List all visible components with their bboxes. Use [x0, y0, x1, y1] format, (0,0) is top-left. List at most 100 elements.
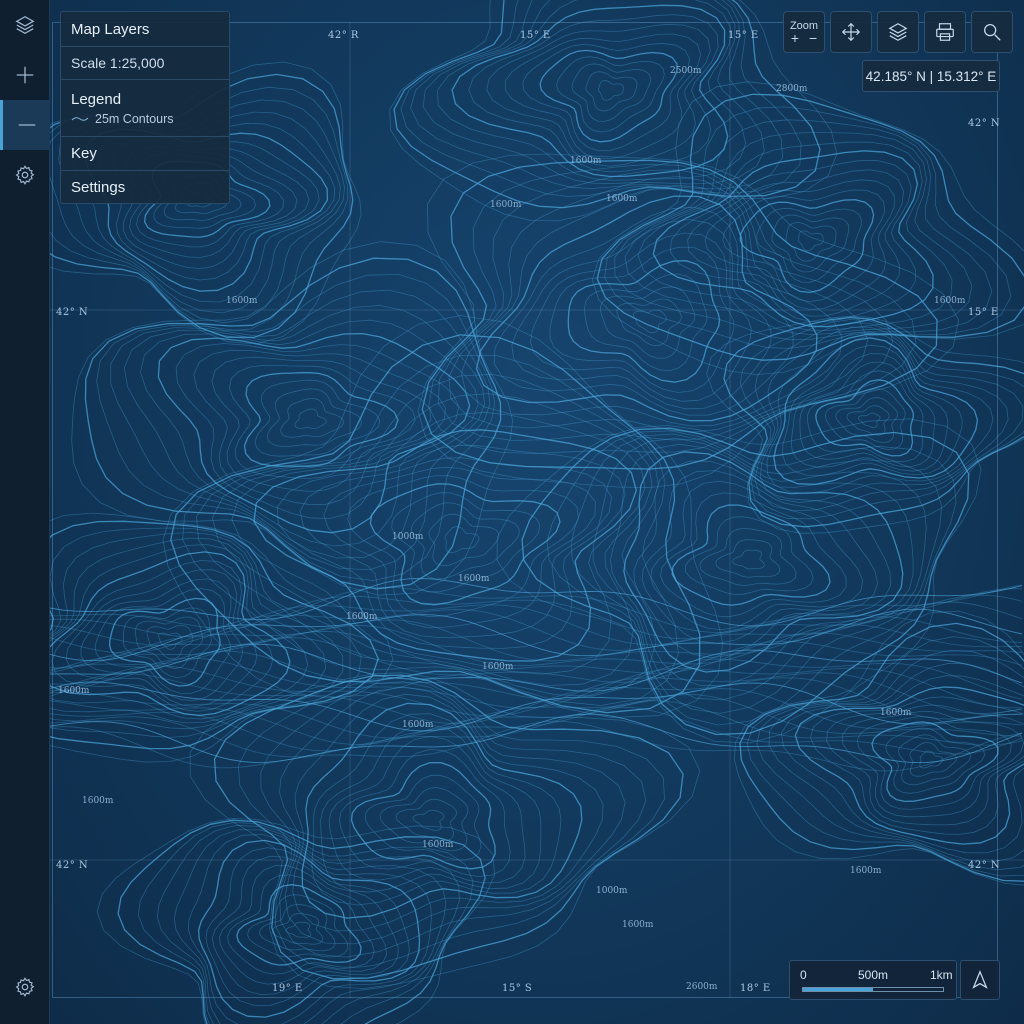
zoom-plus-button[interactable]: + — [791, 31, 799, 45]
contour-line — [299, 457, 613, 639]
graticule-label: 42° N — [968, 860, 1001, 871]
legend-item: 25m Contours — [71, 112, 219, 126]
contour-line — [84, 257, 502, 590]
graticule-label: 15° E — [728, 30, 759, 41]
contour-line — [162, 315, 724, 718]
scale-row[interactable]: Scale 1:25,000 — [61, 47, 229, 80]
contour-line — [475, 195, 818, 422]
contour-line — [504, 33, 702, 160]
contour-line — [157, 332, 471, 534]
contour-line — [338, 748, 511, 877]
contour-line — [571, 63, 652, 122]
elevation-label: 1600m — [346, 612, 378, 622]
contour-line — [213, 674, 684, 980]
contour-line — [395, 798, 458, 842]
pan-button[interactable] — [830, 11, 872, 53]
contour-line — [285, 921, 312, 938]
printer-icon — [936, 23, 954, 41]
key-label: Key — [71, 145, 97, 162]
contour-line — [243, 372, 399, 467]
graticule-label: 19° E — [272, 983, 303, 994]
layers-icon — [888, 23, 908, 41]
layers-icon — [15, 16, 35, 34]
north-arrow-button[interactable] — [960, 960, 1000, 1000]
legend-item-label: 25m Contours — [95, 111, 174, 126]
elevation-label: 1600m — [880, 708, 912, 718]
elevation-label: 2500m — [670, 66, 702, 76]
search-button[interactable] — [971, 11, 1013, 53]
panel-header: Map Layers — [61, 12, 229, 47]
contour-line — [301, 702, 583, 919]
elevation-label: 1600m — [850, 866, 882, 876]
graticule-label: 15° E — [968, 307, 999, 318]
contour-line — [50, 643, 1023, 692]
plus-icon — [16, 66, 34, 84]
layers-toggle-button[interactable] — [877, 11, 919, 53]
contour-line — [50, 688, 1023, 739]
elevation-label: 1600m — [606, 194, 638, 204]
contour-line-icon — [71, 116, 89, 121]
gear-icon — [15, 165, 35, 185]
contour-line — [175, 343, 460, 520]
zoom-control[interactable]: Zoom + − — [783, 11, 825, 53]
elevation-label: 1600m — [226, 296, 258, 306]
elevation-label: 1600m — [458, 574, 490, 584]
contour-line — [660, 492, 847, 618]
contour-line — [272, 913, 324, 945]
contour-line — [428, 513, 500, 567]
elevation-label: 1600m — [82, 796, 114, 806]
contour-line — [746, 636, 1024, 877]
scale-mid-label: 500m — [858, 968, 889, 982]
zoom-in-button[interactable] — [0, 50, 50, 100]
settings-button[interactable] — [0, 150, 50, 200]
elevation-label: 1000m — [392, 532, 424, 542]
scale-bar-track — [802, 987, 944, 992]
minus-icon — [18, 124, 35, 126]
contour-line — [212, 855, 399, 996]
settings-row[interactable]: Settings — [61, 171, 229, 204]
elevation-label: 1600m — [58, 686, 90, 696]
elevation-label: 1600m — [622, 920, 654, 930]
elevation-label: 1600m — [482, 662, 514, 672]
graticule-label: 15° S — [502, 983, 533, 994]
contour-line — [205, 847, 410, 1006]
contour-line — [790, 353, 949, 472]
elevation-label: 2800m — [776, 84, 808, 94]
scale-text: Scale 1:25,000 — [71, 55, 165, 71]
print-button[interactable] — [924, 11, 966, 53]
elevation-label: 2600m — [686, 982, 718, 992]
graticule-label: 18° E — [740, 983, 771, 994]
contour-line — [616, 298, 682, 347]
elevation-label: 1600m — [570, 156, 602, 166]
elevation-label: 1600m — [934, 296, 966, 306]
contour-line — [276, 444, 626, 649]
bottom-settings-button[interactable] — [0, 962, 50, 1012]
graticule-label: 42° N — [56, 307, 89, 318]
contour-line — [597, 80, 624, 101]
elevation-label: 1600m — [402, 720, 434, 730]
graticule-label: 42° N — [968, 118, 1001, 129]
contour-line — [266, 388, 362, 447]
contour-line — [311, 713, 562, 906]
coordinate-readout: 42.185° N | 15.312° E — [862, 60, 1000, 92]
contour-line — [785, 222, 837, 262]
contour-line — [556, 56, 665, 133]
contour-line — [773, 337, 979, 485]
contour-line — [294, 408, 327, 429]
graticule-label: 42° N — [56, 860, 89, 871]
layers-button[interactable] — [0, 0, 50, 50]
contour-line — [604, 106, 1012, 349]
graticule-label: 42° R — [328, 30, 359, 41]
zoom-minus-button[interactable]: − — [809, 31, 817, 45]
contour-line — [715, 539, 781, 578]
key-row[interactable]: Key — [61, 137, 229, 171]
contour-line — [567, 260, 721, 383]
contour-line — [227, 874, 375, 975]
elevation-label: 1000m — [596, 886, 628, 896]
contour-line — [600, 286, 696, 359]
legend-section[interactable]: Legend 25m Contours — [61, 80, 229, 137]
contour-line — [585, 71, 638, 112]
zoom-out-button[interactable] — [0, 100, 50, 150]
contour-line — [732, 549, 765, 570]
gear-icon — [15, 977, 35, 997]
